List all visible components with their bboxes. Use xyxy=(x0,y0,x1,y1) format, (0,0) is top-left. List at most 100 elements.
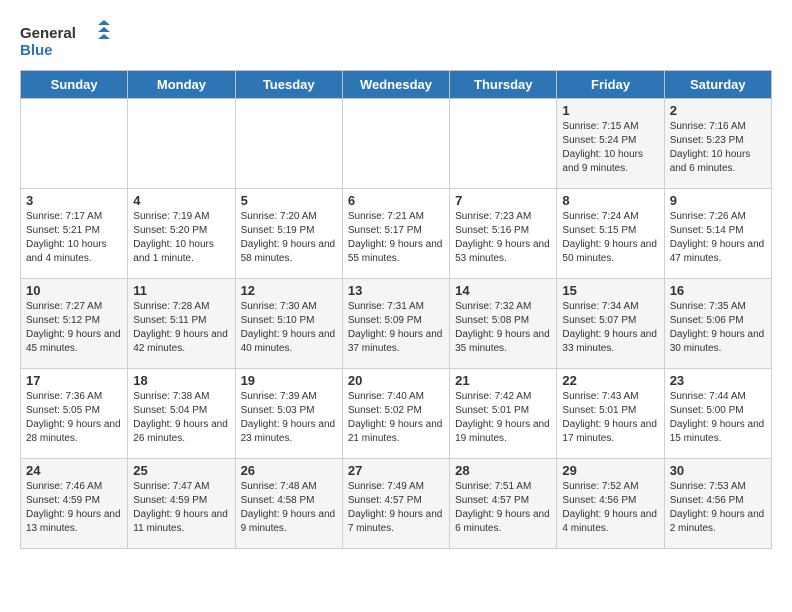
calendar-cell: 23Sunrise: 7:44 AM Sunset: 5:00 PM Dayli… xyxy=(664,369,771,459)
calendar-cell: 19 Sunrise: 7:39 AM Sunset: 5:03 PM Dayli… xyxy=(235,369,342,459)
day-info: Sunrise: 7:16 AM Sunset: 5:23 PM Dayligh… xyxy=(670,120,766,176)
day-number: 4 xyxy=(133,193,229,208)
day-info: Sunrise: 7:53 AM Sunset: 4:56 PM Dayligh… xyxy=(670,480,766,536)
calendar-cell: 18 Sunrise: 7:38 AM Sunset: 5:04 PM Dayli… xyxy=(128,369,235,459)
weekday-header: Saturday xyxy=(664,71,771,99)
weekday-header: Tuesday xyxy=(235,71,342,99)
day-number: 2 xyxy=(670,103,766,118)
calendar-cell: 5Sunrise: 7:20 AM Sunset: 5:19 PM Daylig… xyxy=(235,189,342,279)
calendar-week-row: 1 Sunrise: 7:15 AM Sunset: 5:24 PM Daylig… xyxy=(21,99,772,189)
calendar-table: SundayMondayTuesdayWednesdayThursdayFrid… xyxy=(20,70,772,549)
day-number: 25 xyxy=(133,463,229,478)
day-number: 10 xyxy=(26,283,122,298)
day-info: Sunrise: 7:34 AM Sunset: 5:07 PM Dayligh… xyxy=(562,300,658,356)
day-info: Sunrise: 7:17 AM Sunset: 5:21 PM Dayligh… xyxy=(26,210,122,266)
calendar-week-row: 10 Sunrise: 7:27 AM Sunset: 5:12 PM Dayli… xyxy=(21,279,772,369)
calendar-cell: 7 Sunrise: 7:23 AM Sunset: 5:16 PM Daylig… xyxy=(450,189,557,279)
svg-text:Blue: Blue xyxy=(20,42,53,59)
calendar-cell xyxy=(21,99,128,189)
calendar-cell: 3Sunrise: 7:17 AM Sunset: 5:21 PM Daylig… xyxy=(21,189,128,279)
weekday-header: Wednesday xyxy=(342,71,449,99)
day-number: 11 xyxy=(133,283,229,298)
day-number: 13 xyxy=(348,283,444,298)
day-number: 7 xyxy=(455,193,551,208)
day-number: 12 xyxy=(241,283,337,298)
calendar-body: 1 Sunrise: 7:15 AM Sunset: 5:24 PM Daylig… xyxy=(21,99,772,549)
day-info: Sunrise: 7:52 AM Sunset: 4:56 PM Dayligh… xyxy=(562,480,658,536)
day-number: 22 xyxy=(562,373,658,388)
day-number: 16 xyxy=(670,283,766,298)
day-info: Sunrise: 7:44 AM Sunset: 5:00 PM Dayligh… xyxy=(670,390,766,446)
day-info: Sunrise: 7:27 AM Sunset: 5:12 PM Dayligh… xyxy=(26,300,122,356)
day-info: Sunrise: 7:38 AM Sunset: 5:04 PM Dayligh… xyxy=(133,390,229,446)
calendar-cell: 21 Sunrise: 7:42 AM Sunset: 5:01 PM Dayli… xyxy=(450,369,557,459)
day-info: Sunrise: 7:31 AM Sunset: 5:09 PM Dayligh… xyxy=(348,300,444,356)
calendar-cell: 13 Sunrise: 7:31 AM Sunset: 5:09 PM Dayli… xyxy=(342,279,449,369)
day-number: 6 xyxy=(348,193,444,208)
calendar-cell: 6 Sunrise: 7:21 AM Sunset: 5:17 PM Daylig… xyxy=(342,189,449,279)
day-number: 20 xyxy=(348,373,444,388)
calendar-week-row: 17 Sunrise: 7:36 AM Sunset: 5:05 PM Dayli… xyxy=(21,369,772,459)
page-header: General Blue xyxy=(20,20,772,60)
day-number: 15 xyxy=(562,283,658,298)
calendar-cell: 22Sunrise: 7:43 AM Sunset: 5:01 PM Dayli… xyxy=(557,369,664,459)
day-info: Sunrise: 7:46 AM Sunset: 4:59 PM Dayligh… xyxy=(26,480,122,536)
day-info: Sunrise: 7:42 AM Sunset: 5:01 PM Dayligh… xyxy=(455,390,551,446)
calendar-cell: 15 Sunrise: 7:34 AM Sunset: 5:07 PM Dayli… xyxy=(557,279,664,369)
day-info: Sunrise: 7:28 AM Sunset: 5:11 PM Dayligh… xyxy=(133,300,229,356)
day-info: Sunrise: 7:47 AM Sunset: 4:59 PM Dayligh… xyxy=(133,480,229,536)
day-info: Sunrise: 7:36 AM Sunset: 5:05 PM Dayligh… xyxy=(26,390,122,446)
calendar-cell: 16 Sunrise: 7:35 AM Sunset: 5:06 PM Dayli… xyxy=(664,279,771,369)
calendar-cell: 20 Sunrise: 7:40 AM Sunset: 5:02 PM Dayli… xyxy=(342,369,449,459)
calendar-cell: 29Sunrise: 7:52 AM Sunset: 4:56 PM Dayli… xyxy=(557,459,664,549)
calendar-cell: 14 Sunrise: 7:32 AM Sunset: 5:08 PM Dayli… xyxy=(450,279,557,369)
day-info: Sunrise: 7:51 AM Sunset: 4:57 PM Dayligh… xyxy=(455,480,551,536)
calendar-week-row: 3Sunrise: 7:17 AM Sunset: 5:21 PM Daylig… xyxy=(21,189,772,279)
day-info: Sunrise: 7:19 AM Sunset: 5:20 PM Dayligh… xyxy=(133,210,229,266)
calendar-cell xyxy=(128,99,235,189)
calendar-cell: 1 Sunrise: 7:15 AM Sunset: 5:24 PM Daylig… xyxy=(557,99,664,189)
day-number: 9 xyxy=(670,193,766,208)
day-number: 28 xyxy=(455,463,551,478)
calendar-cell: 30 Sunrise: 7:53 AM Sunset: 4:56 PM Dayli… xyxy=(664,459,771,549)
day-number: 18 xyxy=(133,373,229,388)
day-number: 30 xyxy=(670,463,766,478)
calendar-cell: 4 Sunrise: 7:19 AM Sunset: 5:20 PM Daylig… xyxy=(128,189,235,279)
day-info: Sunrise: 7:21 AM Sunset: 5:17 PM Dayligh… xyxy=(348,210,444,266)
calendar-cell: 2 Sunrise: 7:16 AM Sunset: 5:23 PM Daylig… xyxy=(664,99,771,189)
weekday-header: Thursday xyxy=(450,71,557,99)
day-number: 14 xyxy=(455,283,551,298)
day-info: Sunrise: 7:26 AM Sunset: 5:14 PM Dayligh… xyxy=(670,210,766,266)
day-info: Sunrise: 7:24 AM Sunset: 5:15 PM Dayligh… xyxy=(562,210,658,266)
day-number: 26 xyxy=(241,463,337,478)
day-number: 24 xyxy=(26,463,122,478)
day-info: Sunrise: 7:35 AM Sunset: 5:06 PM Dayligh… xyxy=(670,300,766,356)
day-info: Sunrise: 7:39 AM Sunset: 5:03 PM Dayligh… xyxy=(241,390,337,446)
calendar-cell: 26 Sunrise: 7:48 AM Sunset: 4:58 PM Dayli… xyxy=(235,459,342,549)
day-info: Sunrise: 7:32 AM Sunset: 5:08 PM Dayligh… xyxy=(455,300,551,356)
day-info: Sunrise: 7:40 AM Sunset: 5:02 PM Dayligh… xyxy=(348,390,444,446)
day-info: Sunrise: 7:23 AM Sunset: 5:16 PM Dayligh… xyxy=(455,210,551,266)
calendar-cell xyxy=(235,99,342,189)
calendar-cell: 27Sunrise: 7:49 AM Sunset: 4:57 PM Dayli… xyxy=(342,459,449,549)
weekday-header: Monday xyxy=(128,71,235,99)
calendar-cell: 11 Sunrise: 7:28 AM Sunset: 5:11 PM Dayli… xyxy=(128,279,235,369)
calendar-cell xyxy=(450,99,557,189)
day-number: 17 xyxy=(26,373,122,388)
calendar-cell xyxy=(342,99,449,189)
day-info: Sunrise: 7:15 AM Sunset: 5:24 PM Dayligh… xyxy=(562,120,658,176)
day-number: 27 xyxy=(348,463,444,478)
calendar-cell: 9 Sunrise: 7:26 AM Sunset: 5:14 PM Daylig… xyxy=(664,189,771,279)
calendar-cell: 12 Sunrise: 7:30 AM Sunset: 5:10 PM Dayli… xyxy=(235,279,342,369)
svg-text:General: General xyxy=(20,25,76,42)
day-number: 19 xyxy=(241,373,337,388)
day-info: Sunrise: 7:30 AM Sunset: 5:10 PM Dayligh… xyxy=(241,300,337,356)
day-info: Sunrise: 7:48 AM Sunset: 4:58 PM Dayligh… xyxy=(241,480,337,536)
calendar-week-row: 24 Sunrise: 7:46 AM Sunset: 4:59 PM Dayli… xyxy=(21,459,772,549)
calendar-cell: 17 Sunrise: 7:36 AM Sunset: 5:05 PM Dayli… xyxy=(21,369,128,459)
weekday-header: Friday xyxy=(557,71,664,99)
day-number: 21 xyxy=(455,373,551,388)
weekday-header: Sunday xyxy=(21,71,128,99)
calendar-cell: 28 Sunrise: 7:51 AM Sunset: 4:57 PM Dayli… xyxy=(450,459,557,549)
day-number: 1 xyxy=(562,103,658,118)
